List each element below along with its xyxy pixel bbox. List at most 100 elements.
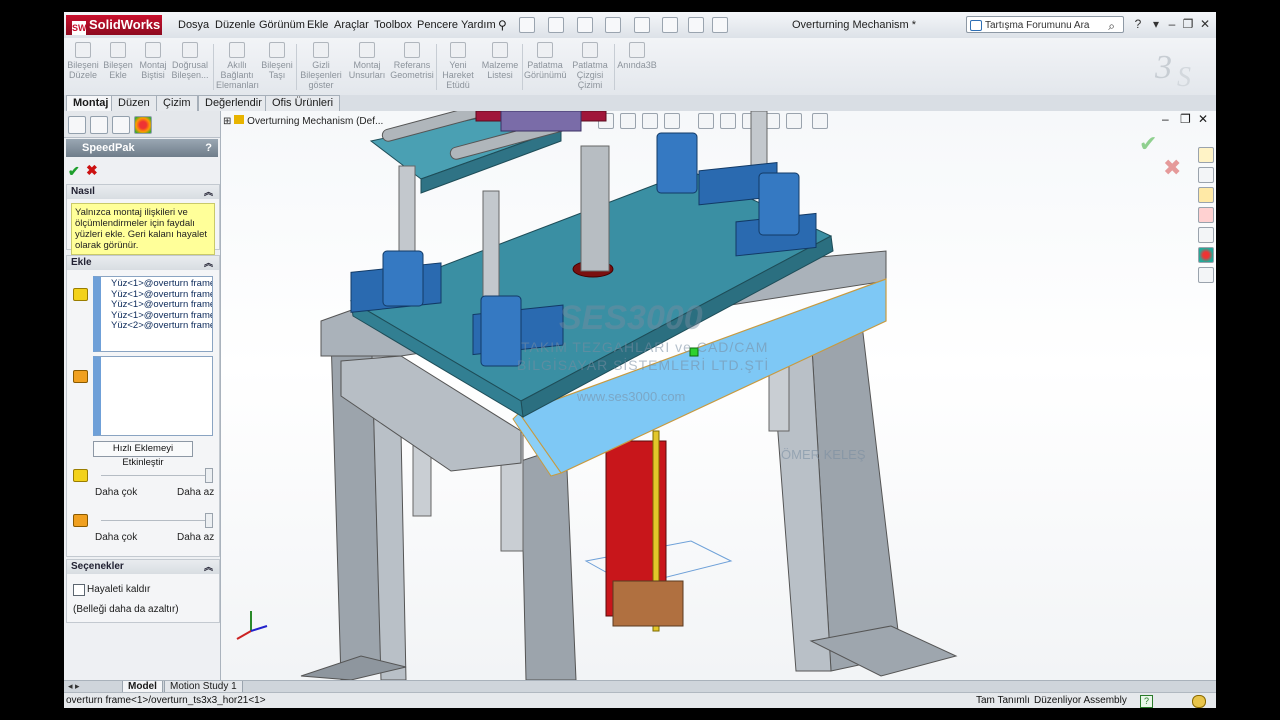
remove-ghost-checkbox[interactable] (73, 584, 85, 596)
configuration-manager-icon[interactable] (112, 116, 130, 134)
print-icon[interactable] (605, 17, 621, 33)
edit-component-label: Bileşeni Düzele (67, 60, 99, 80)
move-component-button[interactable]: Bileşeni Taşı (260, 42, 294, 80)
linear-bearing[interactable] (350, 250, 442, 313)
design-library-icon[interactable] (1198, 167, 1214, 183)
center-ram[interactable] (580, 145, 610, 272)
faces-slider[interactable] (101, 468, 213, 483)
view-palette-icon[interactable] (1198, 227, 1214, 243)
restore-button[interactable]: ❐ (1180, 16, 1196, 32)
quick-include-button[interactable]: Hızlı Eklemeyi Etkinleştir (93, 441, 193, 468)
face-item[interactable]: Yüz<1>@overturn frame-1/ (111, 299, 212, 311)
rebuild-icon[interactable] (688, 17, 704, 33)
separator (213, 44, 214, 90)
custom-properties-icon[interactable] (1198, 267, 1214, 283)
collapse-chevron-icon[interactable]: ︽ (204, 256, 213, 270)
menu-edit[interactable]: Düzenle (215, 12, 255, 38)
help-icon[interactable]: ? (205, 139, 212, 157)
menu-window[interactable]: Pencere (417, 12, 458, 38)
bodies-selection-list[interactable] (93, 356, 213, 436)
pin-icon[interactable]: ⚲ (498, 12, 507, 38)
slider-thumb[interactable] (205, 513, 213, 528)
insert-component-button[interactable]: Bileşen Ekle (101, 42, 135, 80)
graphics-area[interactable]: ⊞ Overturning Mechanism (Def... – ❐ ✕ ✔ … (221, 111, 1216, 680)
show-hidden-button[interactable]: Gizli Bileşenleri göster (298, 42, 344, 90)
menu-insert[interactable]: Ekle (307, 12, 328, 38)
tab-office-products[interactable]: Ofis Ürünleri (265, 95, 341, 111)
slider-thumb[interactable] (205, 468, 213, 483)
bill-of-materials-button[interactable]: Malzeme Listesi (480, 42, 520, 80)
tab-assembly[interactable]: Montaj (66, 95, 116, 111)
frame-leg[interactable] (520, 445, 577, 680)
face-item[interactable]: Yüz<2>@overturn frame-1/ (111, 320, 212, 332)
collapse-chevron-icon[interactable]: ︽ (204, 185, 213, 199)
reference-geometry-button[interactable]: Referans Geometrisi (390, 42, 434, 80)
display-manager-icon[interactable] (134, 116, 152, 134)
help-icon[interactable]: ? (1130, 16, 1146, 32)
minimize-button[interactable]: – (1164, 16, 1180, 32)
new-document-icon[interactable] (519, 17, 535, 33)
face-item[interactable]: Yüz<1>@overturn frame-1/ (111, 278, 212, 290)
separator (296, 44, 297, 90)
expand-icon[interactable]: ▾ (1148, 16, 1164, 32)
menu-file[interactable]: Dosya (178, 12, 209, 38)
linear-pattern-button[interactable]: Doğrusal Bileşen... (170, 42, 210, 80)
watermark-line2: BİLGİSAYAR SİSTEMLERİ LTD.ŞTİ (517, 357, 770, 373)
close-button[interactable]: ✕ (1197, 16, 1213, 32)
group-options-title: Seçenekler (71, 561, 124, 572)
edit-component-button[interactable]: Bileşeni Düzele (66, 42, 100, 80)
resources-icon[interactable] (1198, 147, 1214, 163)
group-how-header[interactable]: Nasıl ︽ (67, 185, 219, 199)
exploded-view-button[interactable]: Patlatma Görünümü (524, 42, 567, 80)
appearances-icon[interactable] (1198, 247, 1214, 263)
watermark-line1: TAKIM TEZGAHLARI ve CAD/CAM (521, 339, 769, 355)
menu-help[interactable]: Yardım (461, 12, 496, 38)
open-icon[interactable] (548, 17, 564, 33)
search-input[interactable]: Tartışma Forumunu Ara ⌕ (966, 16, 1124, 33)
edit-component-icon (75, 42, 91, 58)
property-manager-icon[interactable] (90, 116, 108, 134)
model-3d[interactable] (221, 111, 1181, 680)
solidworks-logo-icon: SW (72, 21, 87, 35)
group-options-header[interactable]: Seçenekler ︽ (67, 560, 219, 574)
ok-check-icon[interactable]: ✔ (68, 163, 80, 180)
help-icon[interactable]: ? (1140, 695, 1153, 708)
smart-fasteners-button[interactable]: Akıllı Bağlantı Elemanları (216, 42, 259, 90)
move-component-label: Bileşeni Taşı (261, 60, 293, 80)
explode-line-sketch-button[interactable]: Patlatma Çizgisi Çizimi (568, 42, 612, 90)
solidworks-logo[interactable]: SW SolidWorks (66, 15, 162, 35)
collapse-chevron-icon[interactable]: ︽ (204, 560, 213, 574)
search-icon[interactable]: ⌕ (1108, 18, 1115, 35)
tag-icon[interactable] (1192, 695, 1206, 708)
press-block[interactable] (500, 111, 582, 132)
remove-ghost-label[interactable]: Hayaleti kaldır (87, 584, 150, 595)
feature-tree-icon[interactable] (68, 116, 86, 134)
group-include-header[interactable]: Ekle ︽ (67, 256, 219, 270)
tab-scroll-icon[interactable]: ◂ ▸ (68, 681, 80, 692)
save-icon[interactable] (577, 17, 593, 33)
column[interactable] (482, 190, 500, 302)
instant3d-button[interactable]: Anında3B (616, 42, 658, 70)
viewport-restore-icon[interactable]: ❐ (1180, 112, 1191, 126)
menu-view[interactable]: Görünüm (259, 12, 305, 38)
options-icon[interactable] (712, 17, 728, 33)
menu-toolbox[interactable]: Toolbox (374, 12, 412, 38)
select-icon[interactable] (662, 17, 678, 33)
tab-sketch[interactable]: Çizim (156, 95, 198, 111)
tab-evaluate[interactable]: Değerlendir (198, 95, 269, 111)
watermark-author: ÖMER KELEŞ (781, 447, 866, 462)
assembly-features-label: Montaj Unsurları (348, 60, 386, 80)
new-motion-study-button[interactable]: Yeni Hareket Etüdü (438, 42, 478, 90)
assembly-features-button[interactable]: Montaj Unsurları (347, 42, 387, 80)
menu-tools[interactable]: Araçlar (334, 12, 369, 38)
file-explorer-icon[interactable] (1198, 187, 1214, 203)
tab-layout[interactable]: Düzen (111, 95, 157, 111)
viewport-close-icon[interactable]: ✕ (1198, 112, 1208, 126)
cylinder-mount[interactable] (612, 580, 684, 627)
bodies-slider[interactable] (101, 513, 213, 528)
undo-icon[interactable] (634, 17, 650, 33)
faces-selection-list[interactable]: Yüz<1>@overturn frame-1/ Yüz<1>@overturn… (93, 276, 213, 352)
cancel-x-icon[interactable]: ✖ (86, 162, 98, 179)
mate-button[interactable]: Montaj Biştisi (136, 42, 170, 80)
search-results-icon[interactable] (1198, 207, 1214, 223)
